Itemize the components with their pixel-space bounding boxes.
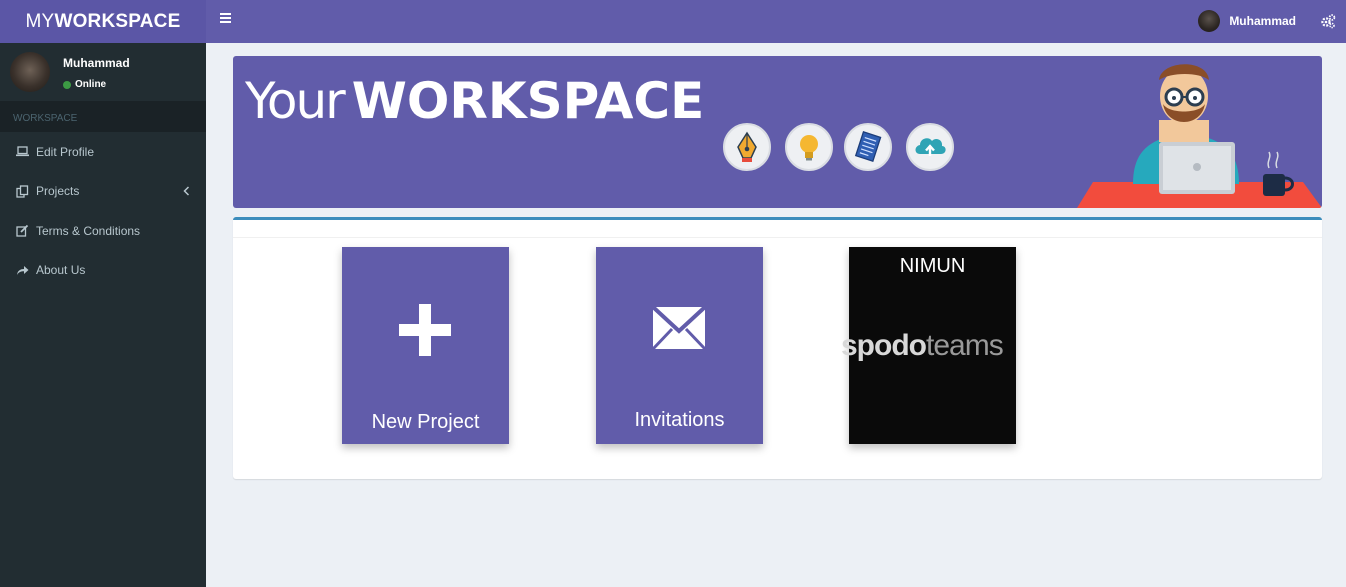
app-logo[interactable]: MY WORKSPACE [0, 0, 206, 43]
files-icon [15, 184, 29, 198]
sidebar-item-label: Edit Profile [36, 144, 95, 159]
avatar [1198, 10, 1221, 32]
new-project-card[interactable]: New Project [342, 247, 509, 444]
project-title: NIMUN [899, 255, 966, 277]
sidebar-item-about-us[interactable]: About Us [0, 251, 206, 291]
sidebar-section-header: WORKSPACE [0, 101, 206, 132]
status-label: Online [75, 79, 107, 90]
developer-illustration [1077, 64, 1322, 208]
status-indicator: Online [63, 79, 106, 90]
new-project-label: New Project [371, 411, 480, 433]
user-panel: Muhammad Online [0, 43, 206, 101]
projects-box: New Project Invitations NIMUN spodoteams [233, 217, 1322, 479]
sidebar: Muhammad Online WORKSPACE Edit Profile P… [0, 43, 206, 587]
top-navbar: Muhammad [206, 0, 1346, 43]
logo-light-text: MY [25, 10, 55, 32]
banner-title: Your WORKSPACE [245, 66, 704, 131]
sidebar-item-label: About Us [36, 263, 86, 278]
pen-nib-icon [723, 123, 771, 171]
menu-toggle-icon[interactable] [220, 13, 231, 23]
share-icon [15, 263, 29, 277]
online-dot-icon [63, 80, 71, 89]
document-icon [844, 123, 892, 171]
sidebar-item-terms[interactable]: Terms & Conditions [0, 211, 206, 251]
chevron-left-icon[interactable] [183, 185, 190, 196]
gears-icon[interactable] [1320, 13, 1336, 29]
envelope-icon [651, 305, 707, 351]
logo-bold-text: WORKSPACE [54, 10, 181, 32]
sidebar-item-edit-profile[interactable]: Edit Profile [0, 132, 206, 172]
sidebar-item-label: Projects [36, 184, 80, 199]
sidebar-item-projects[interactable]: Projects [0, 172, 206, 212]
sidebar-user-name: Muhammad [63, 56, 130, 70]
banner-title-bold: WORKSPACE [351, 72, 705, 130]
invitations-label: Invitations [634, 409, 725, 431]
box-divider [233, 237, 1322, 238]
lightbulb-icon [785, 123, 833, 171]
invitations-card[interactable]: Invitations [596, 247, 763, 444]
laptop-icon [15, 145, 29, 159]
workspace-banner: Your WORKSPACE [233, 56, 1322, 208]
project-card-nimun[interactable]: NIMUN spodoteams [841, 247, 1016, 444]
user-menu[interactable]: Muhammad [1198, 10, 1296, 32]
sidebar-item-label: Terms & Conditions [36, 223, 141, 238]
avatar [10, 52, 50, 92]
edit-icon [15, 224, 29, 238]
banner-title-light: Your [245, 72, 346, 130]
plus-icon [399, 304, 451, 356]
user-menu-name: Muhammad [1229, 14, 1296, 28]
cloud-upload-icon [906, 123, 954, 171]
spodo-teams-logo: spodoteams [841, 329, 1004, 362]
